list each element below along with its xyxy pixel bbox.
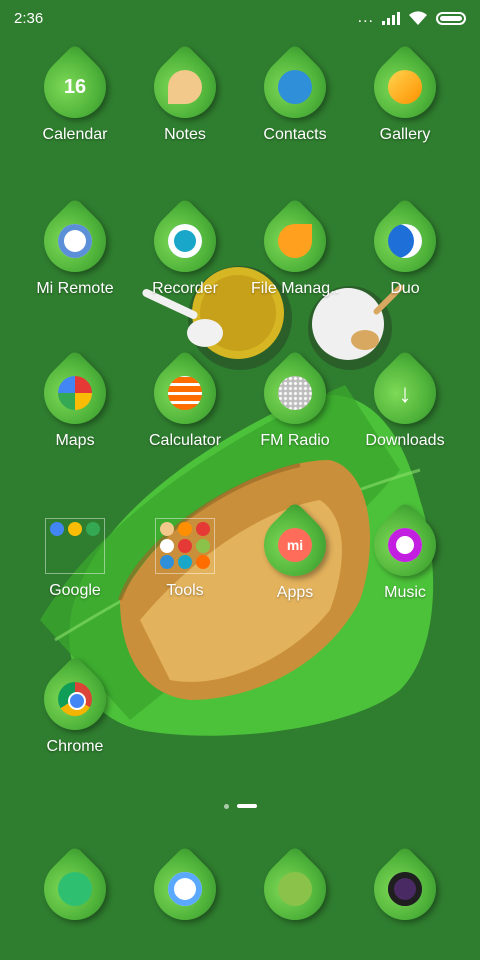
mi-remote-icon: [31, 197, 119, 285]
tools-folder-icon: [155, 518, 215, 574]
notes-icon: [141, 43, 229, 131]
app-fm-radio[interactable]: FM Radio: [240, 349, 350, 450]
app-label: FM Radio: [260, 432, 330, 449]
app-contacts[interactable]: Contacts: [240, 43, 350, 144]
app-label: File Manag..: [250, 280, 340, 297]
folder-google[interactable]: Google: [20, 518, 130, 600]
music-icon: [361, 501, 449, 589]
page-dot: [223, 803, 229, 809]
app-label: Apps: [276, 584, 314, 601]
app-notes[interactable]: Notes: [130, 43, 240, 144]
chrome-icon: [31, 655, 119, 743]
app-music[interactable]: Music: [350, 501, 460, 602]
app-calendar[interactable]: 16 Calendar: [20, 43, 130, 144]
folder-tools[interactable]: Tools: [130, 518, 240, 600]
gallery-icon: [361, 43, 449, 131]
app-label: Chrome: [46, 738, 104, 755]
app-label: Gallery: [379, 126, 431, 143]
dock-camera[interactable]: [350, 845, 460, 933]
app-label: Music: [384, 584, 426, 601]
app-label: Mi Remote: [36, 280, 114, 297]
duo-icon: [361, 197, 449, 285]
dock-messaging[interactable]: [130, 845, 240, 933]
app-calculator[interactable]: Calculator: [130, 349, 240, 450]
camera-icon: [361, 845, 449, 933]
app-label: Tools: [166, 582, 204, 599]
mi-apps-icon: mi: [251, 501, 339, 589]
app-duo[interactable]: Duo: [350, 197, 460, 298]
maps-icon: [31, 349, 119, 437]
dock-phone[interactable]: [20, 845, 130, 933]
app-label: Notes: [164, 126, 206, 143]
file-manager-icon: [251, 197, 339, 285]
app-downloads[interactable]: ↓ Downloads: [350, 349, 460, 450]
app-maps[interactable]: Maps: [20, 349, 130, 450]
app-recorder[interactable]: Recorder: [130, 197, 240, 298]
downloads-icon: ↓: [361, 349, 449, 437]
dock-browser[interactable]: [240, 845, 350, 933]
home-grid: 16 Calendar Notes Contacts Gallery Mi Re…: [0, 0, 480, 960]
google-folder-icon: [45, 518, 105, 574]
browser-icon: [251, 845, 339, 933]
app-chrome[interactable]: Chrome: [20, 655, 130, 756]
app-label: Calculator: [148, 432, 222, 449]
dock: [0, 845, 480, 948]
page-indicator: [0, 800, 480, 812]
app-file-manager[interactable]: File Manag..: [240, 197, 350, 298]
calendar-icon: 16: [31, 43, 119, 131]
app-gallery[interactable]: Gallery: [350, 43, 460, 144]
fm-radio-icon: [251, 349, 339, 437]
app-label: Downloads: [365, 432, 445, 449]
app-label: Contacts: [263, 126, 327, 143]
app-label: Duo: [390, 280, 420, 297]
app-label: Calendar: [42, 126, 108, 143]
app-apps[interactable]: mi Apps: [240, 501, 350, 602]
phone-icon: [31, 845, 119, 933]
app-mi-remote[interactable]: Mi Remote: [20, 197, 130, 298]
contacts-icon: [251, 43, 339, 131]
recorder-icon: [141, 197, 229, 285]
app-label: Recorder: [152, 280, 218, 297]
app-label: Google: [49, 582, 101, 599]
page-dot-current: [236, 804, 257, 808]
app-label: Maps: [55, 432, 95, 449]
calculator-icon: [141, 349, 229, 437]
messaging-icon: [141, 845, 229, 933]
